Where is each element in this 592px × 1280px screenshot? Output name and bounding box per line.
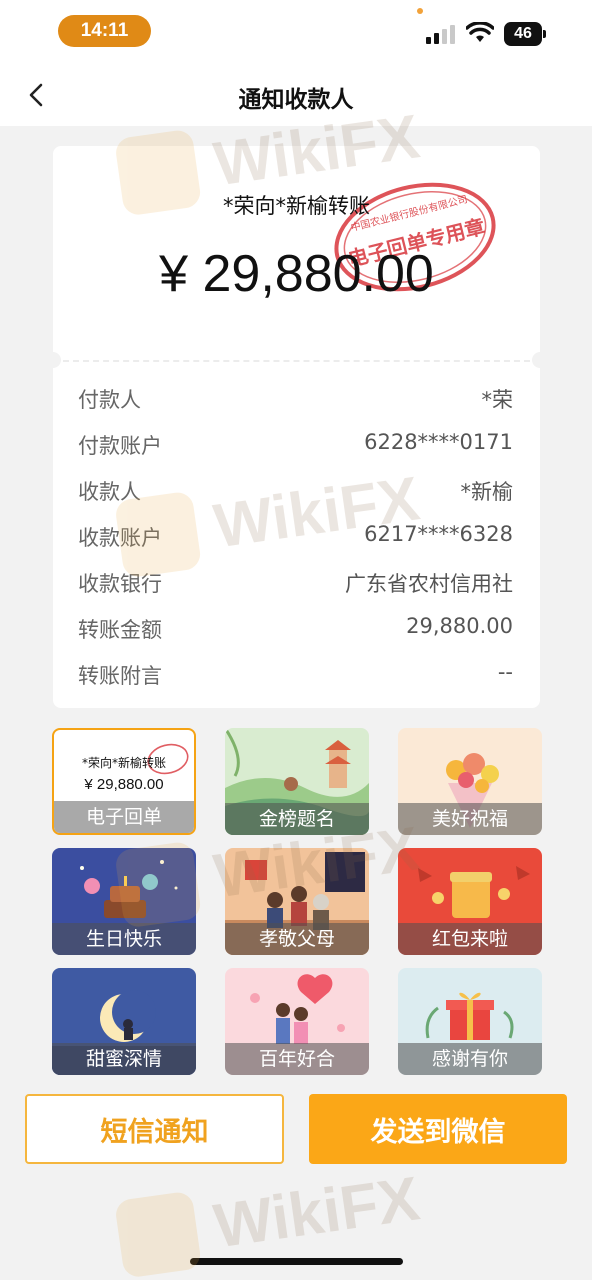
detail-row-payer-account: 付款账户 6228****0171 bbox=[53, 422, 540, 468]
theme-card-red-packet[interactable]: 红包来啦 bbox=[398, 848, 542, 955]
transfer-title: *荣向*新榆转账 bbox=[223, 194, 370, 218]
watermark-text: WikiFX bbox=[209, 1163, 424, 1261]
detail-row-payee: 收款人 *新榆 bbox=[53, 468, 540, 514]
detail-label: 付款人 bbox=[78, 388, 141, 412]
detail-row-payee-account: 收款账户 6217****6328 bbox=[53, 514, 540, 560]
detail-value: *新榆 bbox=[460, 480, 514, 504]
detail-value: 6217****6328 bbox=[364, 522, 513, 546]
theme-card-label: 电子回单 bbox=[54, 801, 194, 833]
privacy-indicator-dot bbox=[417, 8, 423, 14]
detail-label: 收款人 bbox=[78, 480, 141, 504]
theme-card-honor-parents[interactable]: 孝敬父母 bbox=[225, 848, 369, 955]
theme-card-label: 美好祝福 bbox=[398, 803, 542, 835]
theme-card-grid: *荣向*新榆转账 ¥ 29,880.00 电子回单 金榜题名 美好祝福 生日快乐… bbox=[52, 728, 542, 1078]
detail-row-payee-bank: 收款银行 广东省农村信用社 bbox=[53, 560, 540, 606]
theme-card-label: 百年好合 bbox=[225, 1043, 369, 1075]
send-to-wechat-button[interactable]: 发送到微信 bbox=[309, 1094, 567, 1164]
mini-transfer-amount: ¥ 29,880.00 bbox=[84, 776, 164, 793]
transfer-amount: ¥ 29,880.00 bbox=[159, 245, 434, 303]
theme-card-e-receipt[interactable]: *荣向*新榆转账 ¥ 29,880.00 电子回单 bbox=[52, 728, 196, 835]
status-bar: 14:11 46 bbox=[0, 0, 592, 64]
receipt-divider bbox=[63, 360, 530, 362]
theme-card-exam-success[interactable]: 金榜题名 bbox=[225, 728, 369, 835]
theme-card-label: 甜蜜深情 bbox=[52, 1043, 196, 1075]
theme-card-happy-marriage[interactable]: 百年好合 bbox=[225, 968, 369, 1075]
sms-notify-button[interactable]: 短信通知 bbox=[25, 1094, 284, 1164]
theme-card-good-wishes[interactable]: 美好祝福 bbox=[398, 728, 542, 835]
detail-value: 29,880.00 bbox=[406, 614, 513, 638]
detail-row-memo: 转账附言 -- bbox=[53, 652, 540, 698]
theme-card-label: 孝敬父母 bbox=[225, 923, 369, 955]
theme-card-label: 感谢有你 bbox=[398, 1043, 542, 1075]
battery-tip bbox=[543, 30, 546, 38]
home-indicator[interactable] bbox=[190, 1258, 403, 1265]
signal-icon bbox=[426, 24, 458, 44]
theme-card-sweet-love[interactable]: 甜蜜深情 bbox=[52, 968, 196, 1075]
detail-row-payer: 付款人 *荣 bbox=[53, 376, 540, 422]
receipt-card: 中国农业银行股份有限公司 电子回单专用章 *荣向*新榆转账 ¥ 29,880.0… bbox=[53, 146, 540, 708]
detail-value: *荣 bbox=[481, 388, 514, 412]
theme-card-label: 金榜题名 bbox=[225, 803, 369, 835]
receipt-notch-right bbox=[532, 352, 540, 368]
detail-label: 付款账户 bbox=[78, 434, 162, 458]
detail-value: -- bbox=[497, 660, 513, 684]
theme-card-label: 红包来啦 bbox=[398, 923, 542, 955]
detail-label: 收款银行 bbox=[78, 572, 162, 596]
detail-label: 转账附言 bbox=[78, 664, 162, 688]
detail-label: 收款账户 bbox=[78, 526, 162, 550]
detail-value: 6228****0171 bbox=[364, 430, 513, 454]
watermark-logo-icon bbox=[114, 1190, 203, 1279]
detail-value: 广东省农村信用社 bbox=[345, 572, 513, 596]
theme-card-birthday[interactable]: 生日快乐 bbox=[52, 848, 196, 955]
receipt-header: 中国农业银行股份有限公司 电子回单专用章 *荣向*新榆转账 ¥ 29,880.0… bbox=[53, 146, 540, 360]
battery-icon: 46 bbox=[504, 22, 542, 46]
nav-bar: 通知收款人 bbox=[0, 64, 592, 126]
status-time: 14:11 bbox=[58, 15, 151, 47]
theme-card-label: 生日快乐 bbox=[52, 923, 196, 955]
mini-transfer-title: *荣向*新榆转账 bbox=[81, 756, 166, 770]
theme-card-thanks[interactable]: 感谢有你 bbox=[398, 968, 542, 1075]
detail-row-amount: 转账金额 29,880.00 bbox=[53, 606, 540, 652]
wifi-icon bbox=[466, 22, 494, 42]
receipt-details: 付款人 *荣 付款账户 6228****0171 收款人 *新榆 收款账户 62… bbox=[53, 376, 540, 698]
page-title: 通知收款人 bbox=[238, 87, 354, 113]
detail-label: 转账金额 bbox=[78, 618, 162, 642]
